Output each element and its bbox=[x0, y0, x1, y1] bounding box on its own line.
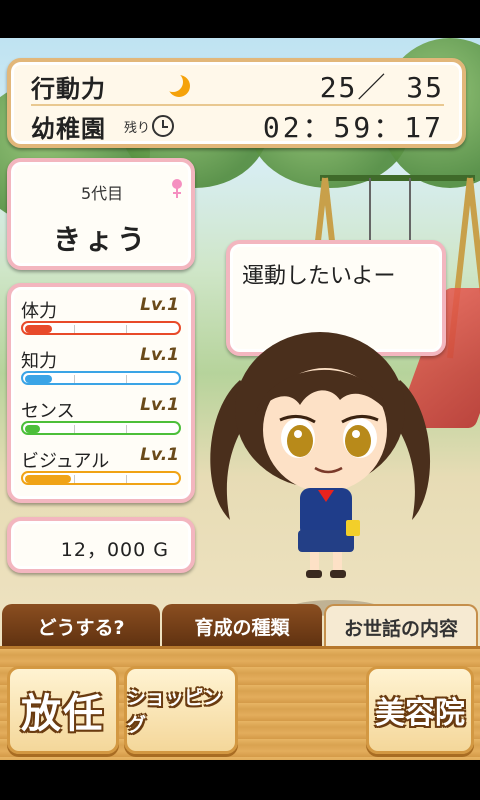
stat-bar-tick bbox=[126, 475, 127, 483]
character-name: きょう bbox=[52, 223, 149, 256]
stat-bar-fill bbox=[25, 325, 52, 333]
character-name-panel: 5代目 きょう bbox=[7, 158, 195, 270]
status-panel: 行動力 25／ 35 幼稚園 残り 02：59：17 bbox=[7, 58, 466, 148]
nav-bar bbox=[0, 760, 480, 800]
stat-bar-tick bbox=[74, 475, 75, 483]
generation-label: 5代目 bbox=[81, 184, 124, 203]
tab-care-content[interactable]: お世話の内容 bbox=[324, 604, 478, 648]
stat-bar bbox=[21, 321, 181, 335]
stat-bar-tick bbox=[74, 325, 75, 333]
stat-name: 体力 bbox=[21, 301, 57, 322]
stat-bar-fill bbox=[25, 475, 71, 483]
stat-stamina: 体力 Lv.1 bbox=[21, 295, 183, 343]
stat-bar-tick bbox=[126, 325, 127, 333]
stat-name: ビジュアル bbox=[21, 451, 110, 472]
stat-name: 知力 bbox=[21, 351, 57, 372]
stage-label: 幼稚園 bbox=[31, 114, 106, 143]
tab-strip: どうする? 育成の種類 お世話の内容 bbox=[0, 600, 480, 648]
stat-level: Lv.1 bbox=[140, 445, 179, 465]
money-amount: 12，000 G bbox=[60, 539, 169, 561]
stat-bar-tick bbox=[74, 375, 75, 383]
speech-text: 運動したいよー bbox=[242, 264, 396, 289]
game-screen: 行動力 25／ 35 幼稚園 残り 02：59：17 5代目 きょう 体力 Lv… bbox=[0, 0, 480, 800]
stat-bar-fill bbox=[25, 425, 40, 433]
tab-training-type[interactable]: 育成の種類 bbox=[162, 604, 322, 648]
shopping-button[interactable]: ショッピング bbox=[124, 666, 238, 754]
stat-bar bbox=[21, 471, 181, 485]
status-bar bbox=[0, 0, 480, 38]
clock-icon bbox=[152, 115, 175, 137]
stat-name: センス bbox=[21, 401, 75, 422]
stats-panel: 体力 Lv.1 知力 Lv.1 センス Lv.1 ビジュアル Lv.1 bbox=[7, 283, 195, 503]
stat-bar-tick bbox=[74, 425, 75, 433]
moon-icon bbox=[166, 73, 190, 97]
tab-what-to-do[interactable]: どうする? bbox=[2, 604, 160, 648]
stat-level: Lv.1 bbox=[140, 395, 179, 415]
stat-bar bbox=[21, 371, 181, 385]
remaining-label: 残り bbox=[124, 120, 151, 136]
stat-level: Lv.1 bbox=[140, 295, 179, 315]
stat-bar-tick bbox=[126, 425, 127, 433]
stat-level: Lv.1 bbox=[140, 345, 179, 365]
stat-bar-fill bbox=[25, 375, 52, 383]
beauty-salon-button[interactable]: 美容院 bbox=[366, 666, 474, 754]
action-points-label: 行動力 bbox=[31, 74, 106, 103]
stat-visual: ビジュアル Lv.1 bbox=[21, 445, 183, 493]
stat-sense: センス Lv.1 bbox=[21, 395, 183, 443]
action-points-value: 25／ 35 bbox=[319, 71, 444, 104]
money-panel: 12，000 G bbox=[7, 517, 195, 573]
female-icon bbox=[172, 179, 182, 198]
remaining-timer: 02：59：17 bbox=[262, 111, 444, 144]
stat-bar bbox=[21, 421, 181, 435]
leave-alone-button[interactable]: 放任 bbox=[7, 666, 119, 754]
character-sprite[interactable] bbox=[200, 320, 440, 580]
stat-intelligence: 知力 Lv.1 bbox=[21, 345, 183, 393]
stat-bar-tick bbox=[126, 375, 127, 383]
